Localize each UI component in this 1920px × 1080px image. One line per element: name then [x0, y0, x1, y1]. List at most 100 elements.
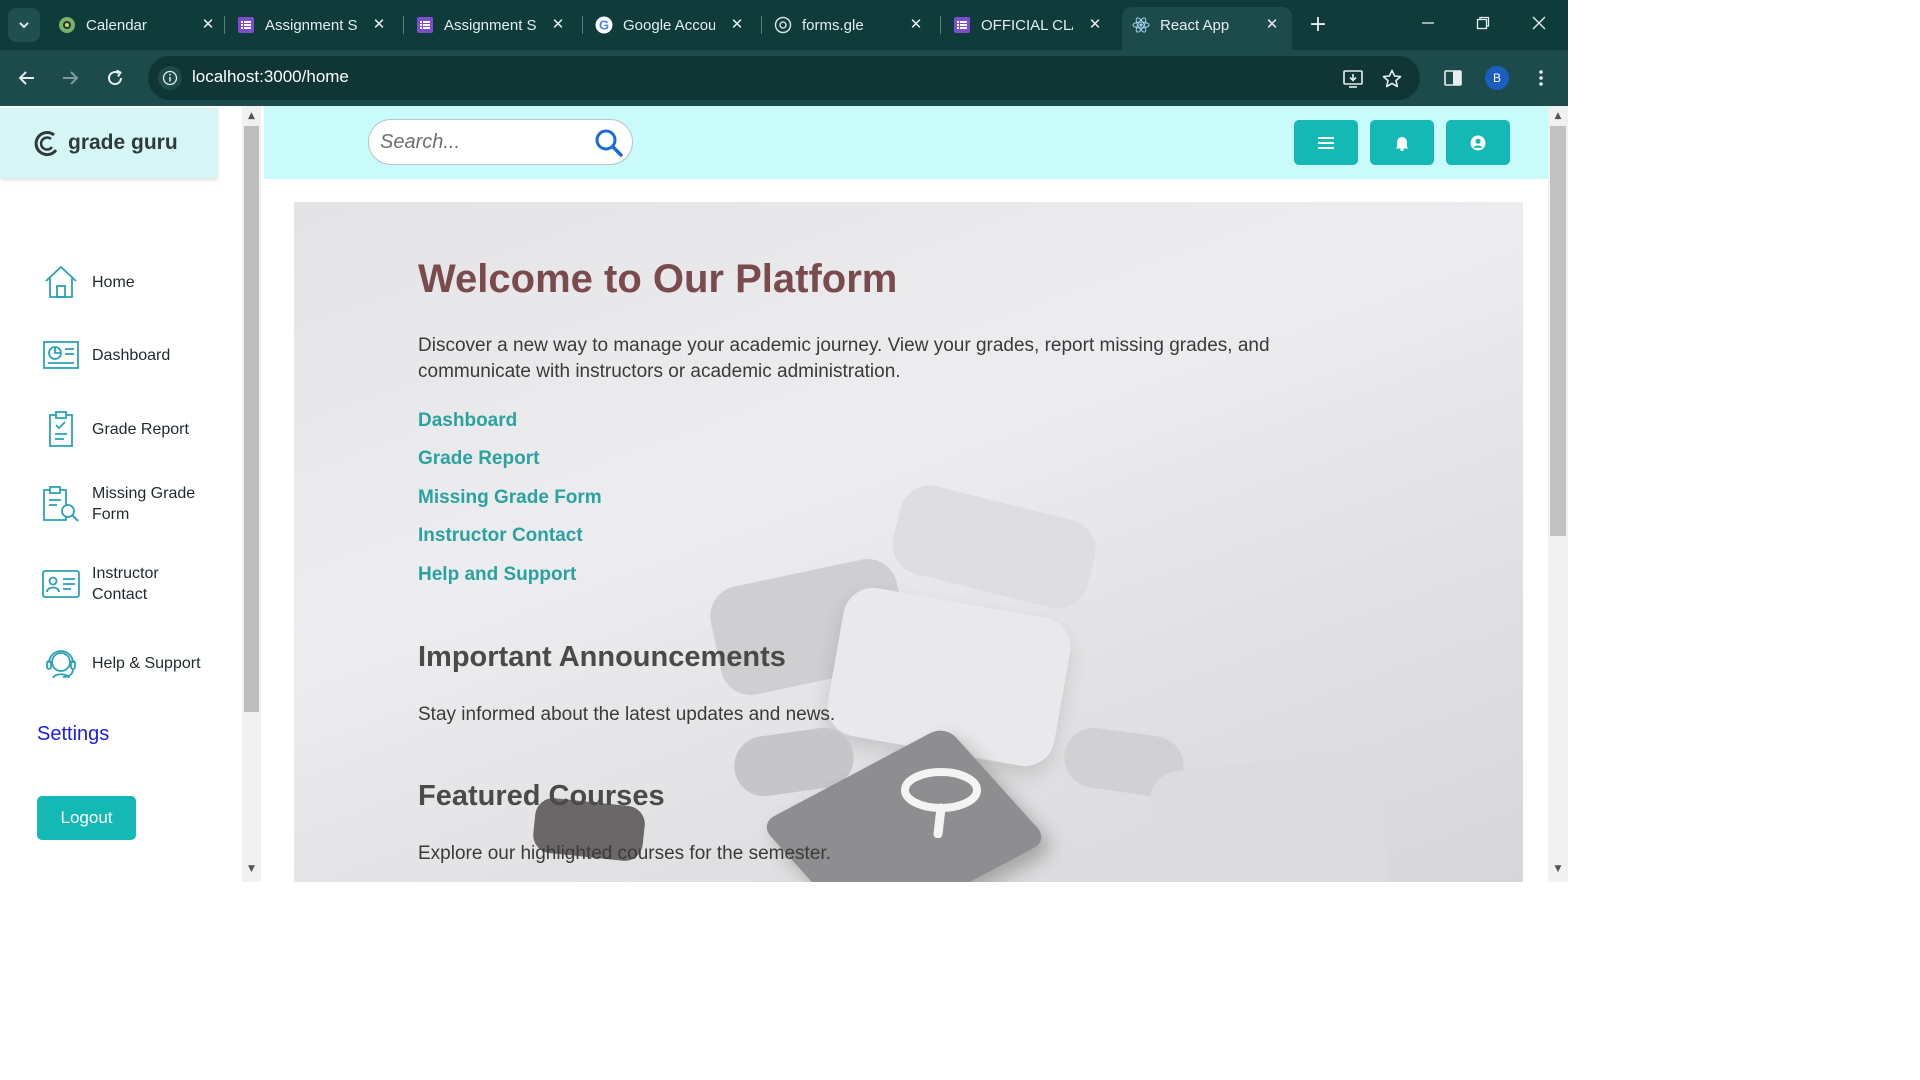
install-app-icon[interactable] [1341, 67, 1365, 91]
sidebar-item-label: Missing Grade Form [92, 485, 196, 523]
search-box[interactable]: Search... [368, 119, 633, 165]
url-text[interactable]: localhost:3000/home [192, 67, 349, 87]
clipboard-search-icon [40, 483, 82, 525]
forms-icon [237, 16, 255, 34]
browser-toolbar: localhost:3000/home B [0, 50, 1568, 106]
tab-title: Calendar [86, 16, 147, 34]
sidebar-item-label: Home [92, 273, 135, 291]
top-header: Search... [264, 106, 1548, 179]
more-menu-icon[interactable] [1529, 66, 1553, 90]
address-bar[interactable]: localhost:3000/home [148, 56, 1420, 100]
reload-icon [108, 69, 123, 86]
sidebar-item-missing-grade-form[interactable]: Missing Grade Form [40, 483, 220, 525]
profile-button[interactable] [1446, 120, 1510, 165]
tab-separator [761, 16, 762, 34]
scrollbar-thumb[interactable] [1550, 126, 1566, 536]
close-icon[interactable]: ✕ [1264, 17, 1280, 33]
arrow-right-icon [63, 71, 79, 85]
link-dashboard[interactable]: Dashboard [418, 410, 517, 432]
hero-section: Welcome to Our Platform Discover a new w… [294, 202, 1523, 882]
back-button[interactable] [13, 64, 41, 92]
site-info-icon[interactable] [158, 66, 182, 90]
link-missing-grade-form[interactable]: Missing Grade Form [418, 487, 602, 509]
magnifier-icon [901, 768, 981, 838]
tab-title: Assignment Su [265, 16, 357, 34]
user-icon [1470, 135, 1486, 150]
sidebar-item-grade-report[interactable]: Grade Report [40, 408, 220, 450]
tab-calendar[interactable]: Calendar ✕ [58, 7, 218, 43]
search-icon[interactable] [594, 128, 624, 158]
main-scrollbar[interactable]: ▲ ▼ [1548, 106, 1568, 882]
scroll-down-icon[interactable]: ▼ [1552, 864, 1564, 875]
link-grade-report[interactable]: Grade Report [418, 448, 539, 470]
tab-separator [940, 16, 941, 34]
side-panel-icon[interactable] [1441, 66, 1465, 90]
restore-button[interactable] [1468, 12, 1498, 38]
link-help-support[interactable]: Help and Support [418, 564, 576, 586]
sidebar-item-home[interactable]: Home [40, 261, 220, 303]
react-icon [1132, 16, 1150, 34]
intro-text: Discover a new way to manage your academ… [418, 335, 1270, 382]
close-icon[interactable]: ✕ [371, 17, 387, 33]
close-icon[interactable]: ✕ [550, 17, 566, 33]
forward-button[interactable] [56, 64, 84, 92]
reload-button[interactable] [101, 64, 129, 92]
tab-title: OFFICIAL CLA [981, 16, 1073, 34]
sidebar: grade guru Home Dashboard Grade Report M [0, 106, 242, 882]
profile-avatar[interactable]: B [1485, 66, 1509, 90]
forms-icon [953, 16, 971, 34]
logo-icon [34, 131, 58, 157]
decor-shape [1146, 750, 1392, 882]
calendar-icon [58, 16, 76, 34]
notifications-button[interactable] [1370, 120, 1434, 165]
minimize-icon [1422, 22, 1434, 24]
bell-icon [1395, 136, 1409, 151]
globe-icon [774, 16, 792, 34]
sidebar-item-label: Grade Report [92, 420, 189, 438]
forms-icon [416, 16, 434, 34]
sidebar-item-dashboard[interactable]: Dashboard [40, 334, 220, 376]
close-icon[interactable]: ✕ [908, 17, 924, 33]
google-icon: G [595, 16, 613, 34]
tab-search-button[interactable] [8, 8, 40, 42]
sidebar-scrollbar[interactable]: ▲ ▼ [242, 106, 261, 882]
chevron-down-icon [19, 22, 29, 29]
sidebar-item-help-support[interactable]: Help & Support [40, 642, 220, 684]
close-window-button[interactable] [1524, 12, 1554, 38]
menu-button[interactable] [1294, 120, 1358, 165]
sidebar-item-instructor-contact[interactable]: Instructor Contact [40, 563, 220, 605]
home-icon [40, 261, 82, 303]
scrollbar-thumb[interactable] [244, 126, 259, 712]
settings-link[interactable]: Settings [37, 723, 109, 746]
page-viewport: grade guru Home Dashboard Grade Report M [0, 106, 1568, 882]
scroll-up-icon[interactable]: ▲ [246, 111, 257, 122]
announcements-heading: Important Announcements [418, 641, 786, 673]
restore-icon [1476, 16, 1490, 30]
tab-forms-gle[interactable]: forms.gle ✕ [774, 7, 926, 43]
sidebar-item-label: Help & Support [92, 654, 201, 672]
tab-google-account[interactable]: G Google Accou ✕ [595, 7, 747, 43]
brand[interactable]: grade guru [0, 108, 218, 178]
minimize-button[interactable] [1413, 12, 1443, 38]
new-tab-button[interactable]: + [1305, 12, 1331, 38]
close-icon[interactable]: ✕ [729, 17, 745, 33]
scroll-up-icon[interactable]: ▲ [1552, 111, 1564, 122]
tab-assignment-2[interactable]: Assignment Su ✕ [416, 7, 568, 43]
close-icon[interactable]: ✕ [1087, 17, 1103, 33]
tab-assignment-1[interactable]: Assignment Su ✕ [237, 7, 389, 43]
close-icon [1532, 16, 1546, 30]
bookmark-star-icon[interactable] [1380, 67, 1404, 91]
brand-name: grade guru [68, 131, 178, 154]
menu-icon [1318, 136, 1334, 149]
scroll-down-icon[interactable]: ▼ [246, 864, 257, 875]
search-input[interactable]: Search... [380, 131, 460, 154]
tab-separator [582, 16, 583, 34]
dashboard-icon [40, 334, 82, 376]
tab-react-app[interactable]: React App ✕ [1122, 7, 1292, 50]
tab-official-class[interactable]: OFFICIAL CLA ✕ [953, 7, 1105, 43]
tab-title: Google Accou [623, 16, 715, 34]
logout-button[interactable]: Logout [37, 796, 136, 840]
tab-separator [224, 16, 225, 34]
link-instructor-contact[interactable]: Instructor Contact [418, 525, 583, 547]
close-icon[interactable]: ✕ [200, 17, 216, 33]
